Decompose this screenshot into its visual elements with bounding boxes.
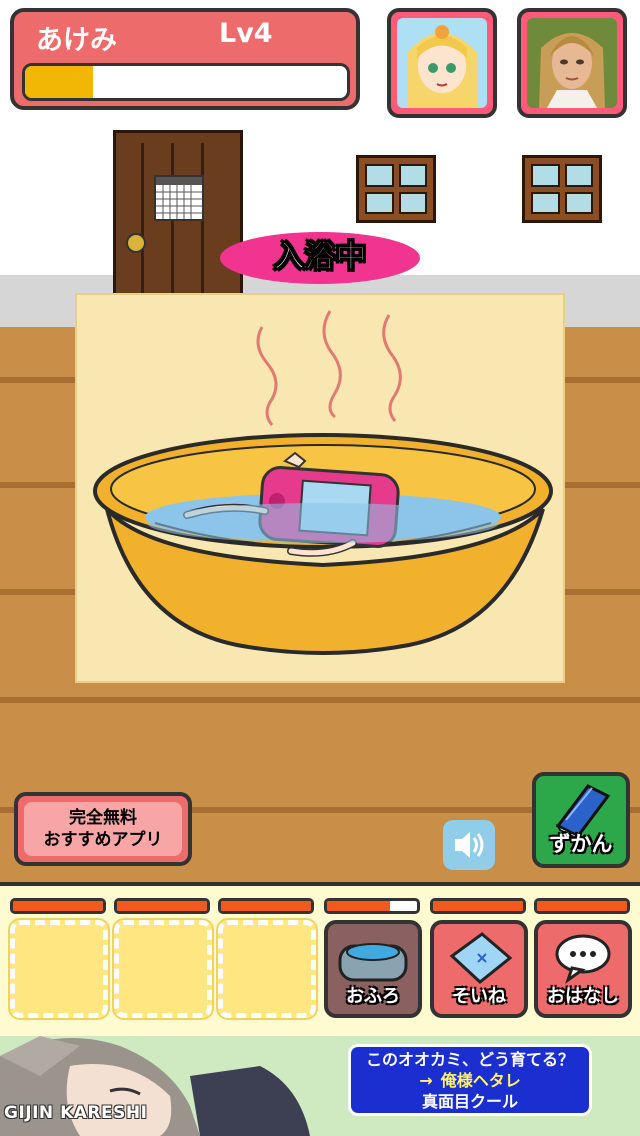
character-name: あけみ — [36, 25, 117, 56]
gauge-3 — [218, 898, 314, 914]
promo-line-2: おすすめアプリ — [43, 830, 163, 850]
ad-line-1: このオオカミ、どう育てる？ — [365, 1049, 574, 1069]
gauge-2 — [114, 898, 210, 914]
speech-bubble-icon — [555, 934, 611, 984]
empty-slot-3 — [216, 918, 318, 1020]
gauge-1-fill — [13, 901, 103, 911]
encyclopedia-label: ずかん — [549, 832, 613, 856]
gauge-2-fill — [117, 901, 207, 911]
status-card: あけみ Lv4 — [10, 8, 360, 110]
talk-action-label: おはなし — [547, 986, 619, 1007]
gauge-4-fill — [327, 901, 390, 911]
bath-action-label: おふろ — [346, 986, 400, 1007]
door-knob — [126, 233, 146, 253]
level-label: Lv4 — [219, 18, 273, 49]
bathtub-icon — [338, 943, 408, 982]
ad-line-3: 真面目クール — [421, 1091, 518, 1111]
empty-slot-2 — [112, 918, 214, 1020]
gauge-1 — [10, 898, 106, 914]
arrow-right-icon: → — [419, 1070, 433, 1090]
steam-icon — [256, 310, 402, 426]
sound-toggle-button[interactable] — [443, 820, 495, 870]
bath-action-button[interactable]: おふろ — [324, 920, 422, 1018]
xp-bar — [22, 63, 350, 101]
empty-slot-1 — [8, 918, 110, 1020]
gauge-6-fill — [537, 901, 627, 911]
activity-badge: 入浴中 — [220, 232, 420, 284]
bath-scene-illustration — [93, 310, 553, 655]
gauge-5 — [430, 898, 526, 914]
gauge-6 — [534, 898, 630, 914]
gauge-5-fill — [433, 901, 523, 911]
avatar-woman[interactable] — [517, 8, 627, 118]
pillow-icon — [449, 932, 513, 984]
talk-action-button[interactable]: おはなし — [534, 920, 632, 1018]
encyclopedia-button[interactable]: ずかん — [532, 772, 630, 868]
ad-line-2: 俺様ヘタレ — [440, 1070, 521, 1090]
door — [113, 130, 243, 300]
ad-line-2-row: → 俺様ヘタレ — [419, 1070, 520, 1091]
xp-bar-fill — [25, 66, 93, 98]
avatar-anime-girl[interactable] — [387, 8, 497, 118]
window-left — [356, 155, 436, 223]
sleep-action-button[interactable]: そいね — [430, 920, 528, 1018]
action-tray: おふろ そいね おはなし — [0, 882, 640, 1036]
sleep-action-label: そいね — [452, 986, 506, 1007]
gauge-3-fill — [221, 901, 311, 911]
ad-text-card[interactable]: このオオカミ、どう育てる？ → 俺様ヘタレ 真面目クール — [348, 1044, 592, 1116]
calendar-icon — [154, 175, 204, 221]
speaker-icon — [455, 832, 484, 858]
free-apps-button-face: 完全無料 おすすめアプリ — [24, 802, 182, 856]
promo-line-1: 完全無料 — [69, 808, 137, 828]
window-right — [522, 155, 602, 223]
ad-brand-text: GIJIN KARESHI — [4, 1103, 148, 1123]
scene-panel — [75, 293, 565, 683]
free-apps-button[interactable]: 完全無料 おすすめアプリ — [14, 792, 192, 866]
gauge-4 — [324, 898, 420, 914]
